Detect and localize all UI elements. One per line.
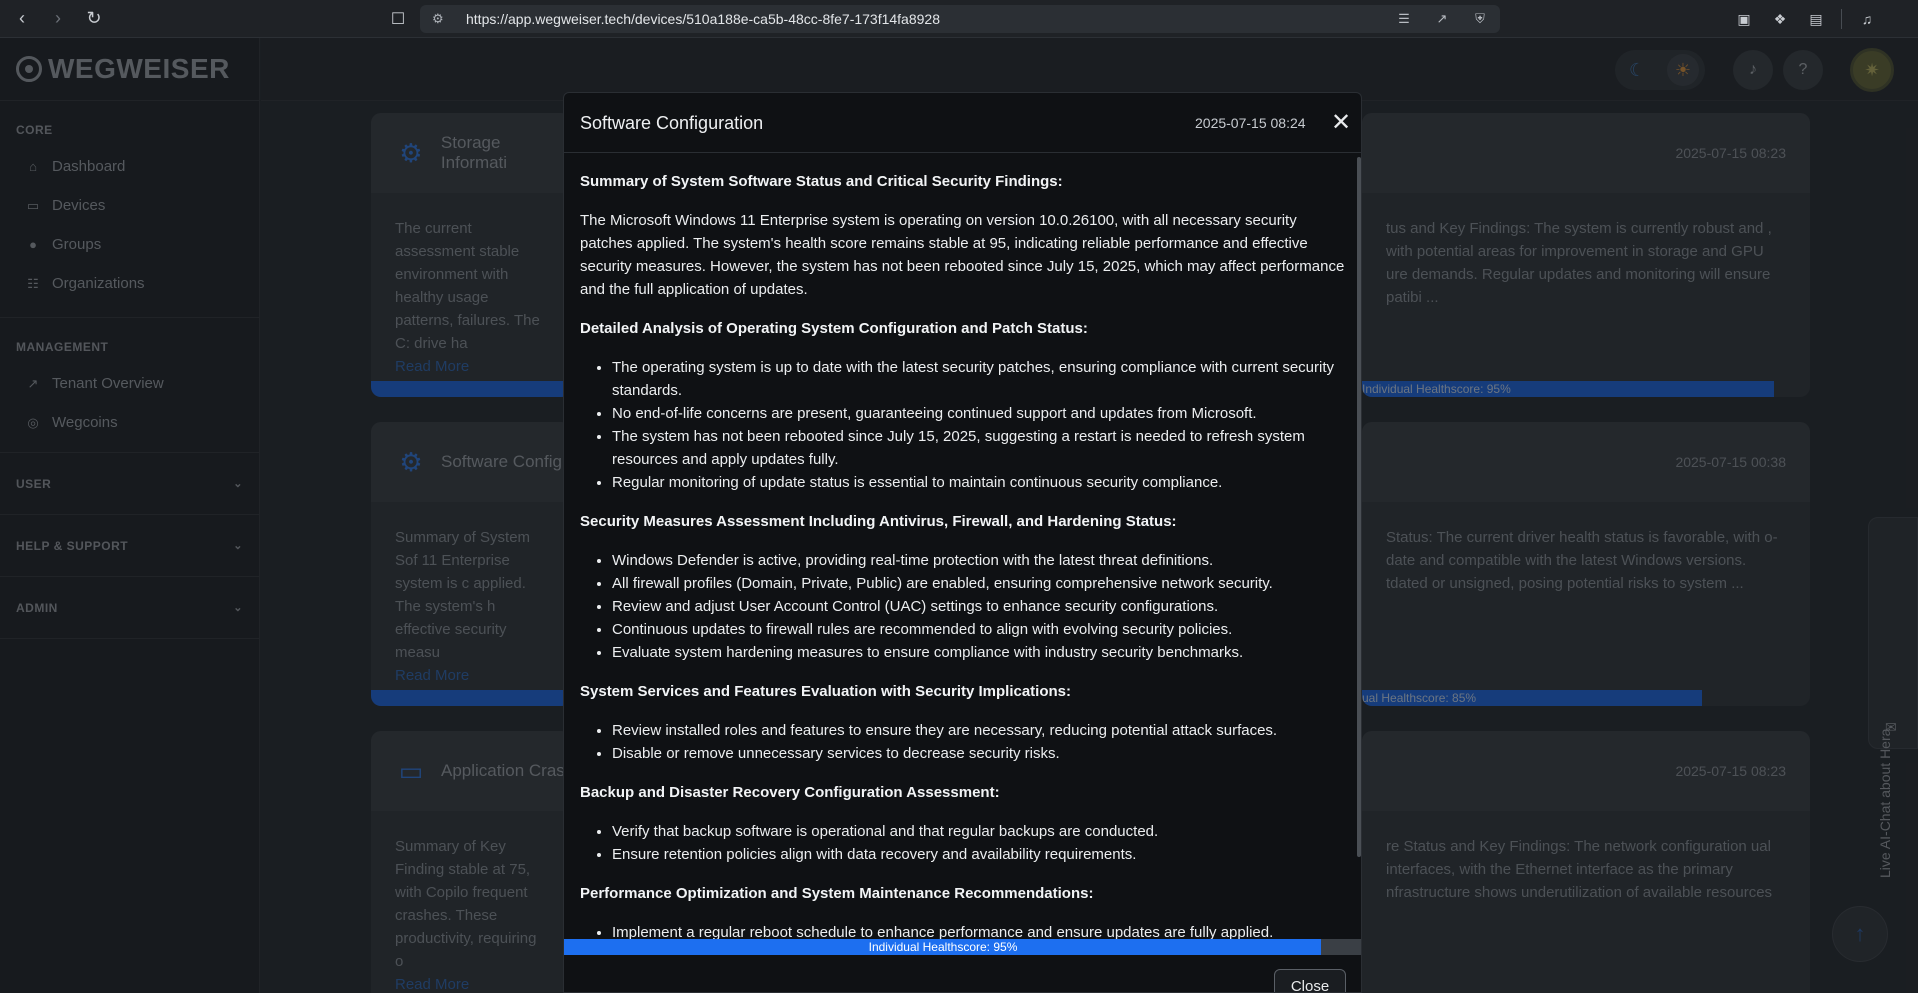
shield-icon[interactable]: ⛨	[1470, 9, 1490, 29]
reader-mode-icon[interactable]: ☰	[1394, 9, 1414, 29]
modal-title: Software Configuration	[580, 113, 764, 133]
section-list: Verify that backup software is operation…	[580, 820, 1345, 866]
list-item: The operating system is up to date with …	[612, 356, 1345, 402]
section-heading: System Services and Features Evaluation …	[580, 683, 1072, 700]
forward-icon[interactable]: ›	[44, 5, 72, 33]
list-item: The system has not been rebooted since J…	[612, 425, 1345, 471]
close-button[interactable]: Close	[1274, 969, 1346, 992]
section-heading: Detailed Analysis of Operating System Co…	[580, 320, 1088, 337]
section-heading: Backup and Disaster Recovery Configurati…	[580, 784, 1000, 801]
section-list: Windows Defender is active, providing re…	[580, 549, 1345, 664]
section-heading: Security Measures Assessment Including A…	[580, 513, 1177, 530]
list-item: Evaluate system hardening measures to en…	[612, 641, 1345, 664]
address-bar[interactable]: ⚙ https://app.wegweiser.tech/devices/510…	[420, 5, 1500, 33]
list-item: Windows Defender is active, providing re…	[612, 549, 1345, 572]
section-heading: Performance Optimization and System Main…	[580, 885, 1094, 902]
section-list: Review installed roles and features to e…	[580, 719, 1345, 765]
url-text[interactable]: https://app.wegweiser.tech/devices/510a1…	[466, 11, 940, 27]
wallet-icon[interactable]: ▤	[1805, 8, 1827, 30]
site-settings-icon[interactable]: ⚙	[432, 11, 452, 27]
list-item: Continuous updates to firewall rules are…	[612, 618, 1345, 641]
modal-date: 2025-07-15 08:24	[1195, 115, 1306, 131]
toolbar-divider	[1841, 9, 1842, 29]
list-item: Disable or remove unnecessary services t…	[612, 742, 1345, 765]
modal-health-progress: Individual Healthscore: 95%	[564, 939, 1361, 955]
close-icon[interactable]: ✕	[1328, 109, 1354, 136]
bookmark-icon[interactable]: ☐	[386, 7, 410, 31]
music-icon[interactable]: ♫	[1856, 8, 1878, 30]
list-item: Implement a regular reboot schedule to e…	[612, 921, 1345, 940]
section-paragraph: The Microsoft Windows 11 Enterprise syst…	[580, 212, 1345, 298]
modal-body[interactable]: Summary of System Software Status and Cr…	[564, 154, 1361, 940]
modal-scrollbar[interactable]	[1357, 157, 1361, 857]
extension-icon[interactable]: ▣	[1733, 8, 1755, 30]
reload-icon[interactable]: ↻	[80, 5, 108, 33]
list-item: All firewall profiles (Domain, Private, …	[612, 572, 1345, 595]
puzzle-icon[interactable]: ❖	[1769, 8, 1791, 30]
share-icon[interactable]: ↗	[1432, 9, 1452, 29]
modal-header: Software Configuration 2025-07-15 08:24 …	[564, 93, 1361, 153]
list-item: Review installed roles and features to e…	[612, 719, 1345, 742]
list-item: Ensure retention policies align with dat…	[612, 843, 1345, 866]
section-list: The operating system is up to date with …	[580, 356, 1345, 494]
list-item: No end-of-life concerns are present, gua…	[612, 402, 1345, 425]
modal-health-label: Individual Healthscore: 95%	[868, 940, 1018, 954]
list-item: Regular monitoring of update status is e…	[612, 471, 1345, 494]
software-configuration-modal: Software Configuration 2025-07-15 08:24 …	[563, 92, 1362, 993]
list-item: Review and adjust User Account Control (…	[612, 595, 1345, 618]
section-heading: Summary of System Software Status and Cr…	[580, 173, 1063, 190]
back-icon[interactable]: ‹	[8, 5, 36, 33]
section-list: Implement a regular reboot schedule to e…	[580, 921, 1345, 940]
list-item: Verify that backup software is operation…	[612, 820, 1345, 843]
browser-toolbar: ‹ › ↻ ☐ ⚙ https://app.wegweiser.tech/dev…	[0, 0, 1918, 38]
